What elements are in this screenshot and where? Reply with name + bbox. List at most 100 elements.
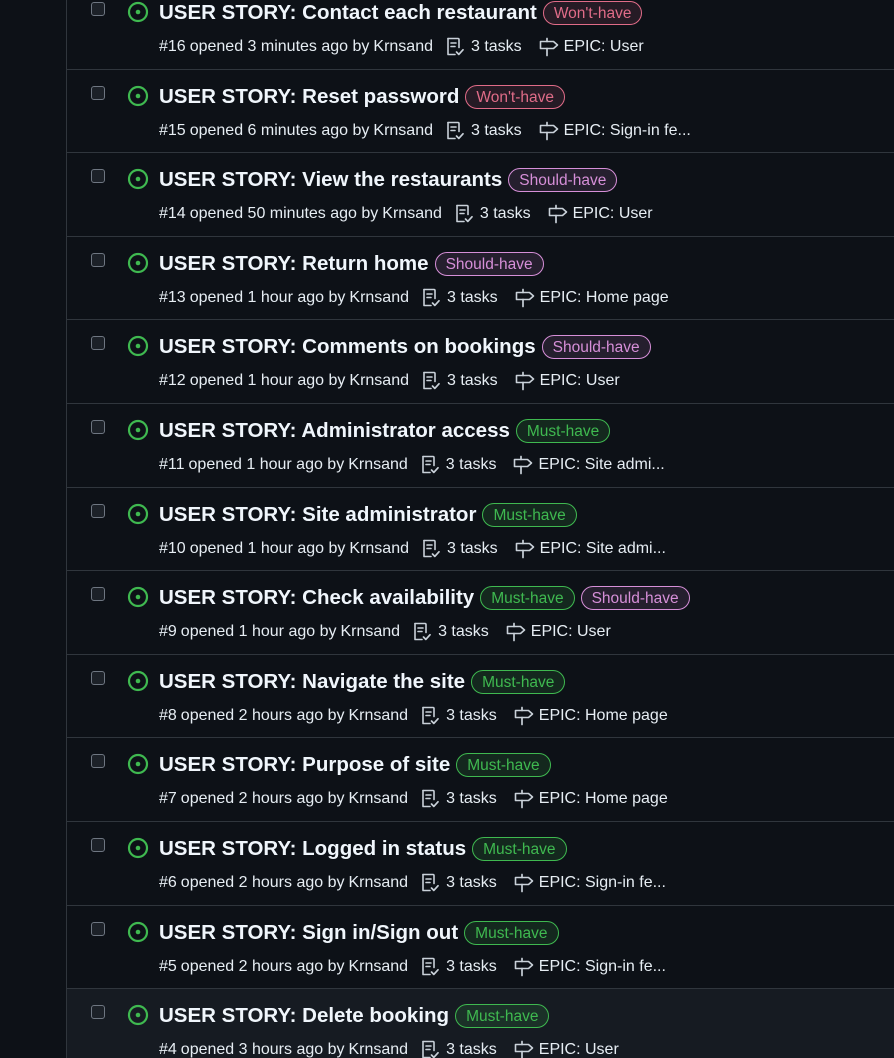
label-must-have[interactable]: Must-have [472,836,567,861]
issue-milestone-text[interactable]: EPIC: Home page [539,706,668,726]
issue-author-link[interactable]: Krnsand [348,789,408,809]
issue-author-link[interactable]: Krnsand [348,706,408,726]
issue-milestone-link[interactable]: EPIC: Home page [513,706,668,726]
label-wont-have[interactable]: Won't-have [542,1,643,25]
issue-milestone-text[interactable]: EPIC: Sign-in fe... [564,121,691,141]
issue-checkbox[interactable] [91,169,105,184]
issue-author-link[interactable]: Krnsand [348,957,408,977]
issue-checkbox[interactable] [91,503,105,518]
issue-milestone-text[interactable]: EPIC: User [564,37,644,57]
issue-title-link[interactable]: USER STORY: Navigate the site [159,669,465,695]
issue-milestone-text[interactable]: EPIC: Sign-in fe... [539,873,666,893]
issue-milestone-text[interactable]: EPIC: User [539,1040,619,1058]
issue-title-link[interactable]: USER STORY: Reset password [159,84,459,110]
issue-title-link[interactable]: USER STORY: Logged in status [159,836,466,862]
issue-row-4[interactable]: USER STORY: Delete booking Must-have #4 … [67,989,894,1058]
issue-author-link[interactable]: Krnsand [348,873,408,893]
label-must-have[interactable]: Must-have [471,669,566,694]
label-must-have[interactable]: Must-have [515,418,611,443]
issue-row-13[interactable]: USER STORY: Return home Should-have #13 … [67,236,894,321]
issue-checkbox[interactable] [91,336,105,351]
issue-author-link[interactable]: Krnsand [382,204,442,224]
issue-milestone-text[interactable]: EPIC: Sign-in fe... [539,957,666,977]
issue-checkbox[interactable] [91,419,105,434]
issue-opened-icon [127,336,149,357]
issue-row-12[interactable]: USER STORY: Comments on bookings Should-… [67,320,894,404]
issue-checkbox[interactable] [91,670,105,685]
issue-checkbox[interactable] [91,921,105,936]
issue-milestone-link[interactable]: EPIC: User [514,371,620,391]
issue-checkbox[interactable] [91,1005,105,1020]
issue-title-link[interactable]: USER STORY: Sign in/Sign out [159,920,458,946]
issue-row-14[interactable]: USER STORY: View the restaurants Should-… [67,153,894,237]
issue-checkbox[interactable] [91,2,105,16]
label-wont-have[interactable]: Won't-have [465,84,566,109]
label-must-have[interactable]: Must-have [480,586,575,611]
issue-milestone-link[interactable]: EPIC: Sign-in fe... [513,957,666,977]
issue-title-link[interactable]: USER STORY: Delete booking [159,1003,449,1029]
issue-milestone-link[interactable]: EPIC: Sign-in fe... [513,873,666,893]
issue-milestone-text[interactable]: EPIC: User [573,204,653,224]
issue-milestone-text[interactable]: EPIC: Site admi... [538,455,664,475]
issue-author-link[interactable]: Krnsand [349,539,409,559]
issue-row-9[interactable]: USER STORY: Check availability Must-have… [67,571,894,655]
issue-title-link[interactable]: USER STORY: Return home [159,251,429,277]
label-should-have[interactable]: Should-have [541,335,651,360]
label-should-have[interactable]: Should-have [434,251,544,276]
issue-title-link[interactable]: USER STORY: Contact each restaurant [159,0,537,26]
issue-milestone-link[interactable]: EPIC: User [538,37,644,57]
label-must-have[interactable]: Must-have [455,1004,550,1029]
issue-title-link[interactable]: USER STORY: Comments on bookings [159,334,536,360]
issue-milestone-link[interactable]: EPIC: Site admi... [514,539,666,559]
issue-opened-text: opened 6 minutes ago by [189,121,370,139]
issue-milestone-text[interactable]: EPIC: Site admi... [540,539,666,559]
issue-labels: Must-have [450,753,551,778]
issue-checkbox[interactable] [91,85,105,100]
label-must-have[interactable]: Must-have [482,502,577,527]
issue-author-link[interactable]: Krnsand [349,371,409,391]
issue-milestone-link[interactable]: EPIC: User [547,204,653,224]
issue-row-5[interactable]: USER STORY: Sign in/Sign out Must-have #… [67,905,894,990]
issue-milestone-link[interactable]: EPIC: Sign-in fe... [538,121,691,141]
issue-title-link[interactable]: USER STORY: Purpose of site [159,752,450,778]
tasklist-icon [447,121,464,139]
issue-row-15[interactable]: USER STORY: Reset password Won't-have #1… [67,69,894,154]
issue-title-link[interactable]: USER STORY: Check availability [159,585,474,611]
issue-milestone-link[interactable]: EPIC: Home page [513,789,668,809]
label-should-have[interactable]: Should-have [580,586,690,611]
issue-milestone-text[interactable]: EPIC: User [540,371,620,391]
issue-opened-icon [127,921,149,942]
tasklist-icon [456,204,473,223]
label-must-have[interactable]: Must-have [456,753,551,778]
issue-row-7[interactable]: USER STORY: Purpose of site Must-have #7… [67,738,894,822]
issue-author-link[interactable]: Krnsand [348,1040,408,1058]
issue-title-link[interactable]: USER STORY: View the restaurants [159,167,502,193]
issue-author-link[interactable]: Krnsand [373,121,433,141]
issue-milestone-text[interactable]: EPIC: Home page [539,789,668,809]
issue-author-link[interactable]: Krnsand [373,37,433,57]
issue-checkbox[interactable] [91,252,105,267]
issue-title-link[interactable]: USER STORY: Site administrator [159,502,476,528]
issue-author-link[interactable]: Krnsand [349,288,409,308]
issue-row-8[interactable]: USER STORY: Navigate the site Must-have … [67,654,894,739]
issue-milestone-link[interactable]: EPIC: Site admi... [512,455,665,475]
label-should-have[interactable]: Should-have [508,168,618,193]
issue-checkbox[interactable] [91,754,105,769]
issue-milestone-link[interactable]: EPIC: User [505,622,611,642]
issue-row-6[interactable]: USER STORY: Logged in status Must-have #… [67,821,894,906]
issue-author-link[interactable]: Krnsand [348,455,408,475]
issue-checkbox[interactable] [91,587,105,602]
label-must-have[interactable]: Must-have [464,920,559,945]
issue-opened-text: opened 2 hours ago by [180,957,345,975]
issue-title-link[interactable]: USER STORY: Administrator access [159,418,510,444]
issue-checkbox[interactable] [91,837,105,852]
issue-row-11[interactable]: USER STORY: Administrator access Must-ha… [67,403,894,488]
issue-milestone-link[interactable]: EPIC: User [513,1040,619,1058]
issue-milestone-text[interactable]: EPIC: Home page [540,288,669,308]
issue-labels: Must-have [465,669,566,694]
issue-author-link[interactable]: Krnsand [340,622,400,642]
issue-milestone-text[interactable]: EPIC: User [531,622,611,642]
issue-row-16[interactable]: USER STORY: Contact each restaurant Won'… [67,0,894,70]
issue-milestone-link[interactable]: EPIC: Home page [514,288,669,308]
issue-row-10[interactable]: USER STORY: Site administrator Must-have… [67,487,894,572]
